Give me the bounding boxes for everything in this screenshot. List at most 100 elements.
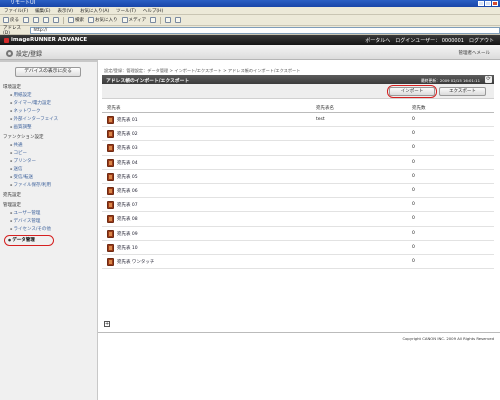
destination-count: 0 [412,117,415,122]
sidebar-item-common[interactable]: 共通 [10,142,23,148]
menu-favorites[interactable]: お気に入り(A) [80,8,109,14]
sidebar-item-device-management[interactable]: デバイス管理 [10,218,41,224]
app-header: imageRUNNER ADVANCE ポータルへ ログインユーザー： 0000… [0,35,500,45]
sidebar-item-image-quality[interactable]: 画質調整 [10,124,32,130]
address-list-name-link[interactable]: 宛先表 08 [117,216,138,222]
toolbar-separator [63,16,64,24]
table-row: 宛先表 04 0 [102,156,494,170]
search-icon [68,17,74,23]
table-row: 宛先表 09 0 [102,227,494,241]
destination-count: 0 [412,173,415,179]
sidebar-item-copy[interactable]: コピー [10,150,28,156]
sidebar-item-license-other[interactable]: ライセンス/その他 [10,226,51,232]
stop-icon[interactable] [33,17,39,23]
destination-count: 0 [412,258,415,264]
expand-icon[interactable]: + [104,321,110,327]
refresh-icon[interactable] [43,17,49,23]
destination-count: 0 [412,244,415,250]
menu-help[interactable]: ヘルプ(H) [143,8,163,14]
menu-view[interactable]: 表示(V) [57,8,73,14]
gear-icon [6,50,13,57]
back-button[interactable]: 戻る [3,17,19,23]
address-list-name-link[interactable]: 宛先表 09 [117,231,138,237]
table-row: 宛先表 01 test 0 [102,113,494,128]
favorites-button[interactable]: お気に入り [88,17,118,23]
highlight-annotation [4,235,54,246]
menu-tools[interactable]: ツール(T) [116,8,136,14]
admin-mail-link[interactable]: 管理者へメール [459,50,491,56]
address-list-name-link[interactable]: 宛先表 10 [117,245,138,251]
restore-device-view-button[interactable]: デバイスの表示に戻る [15,67,81,77]
destination-count: 0 [412,230,415,236]
address-list-name-link[interactable]: 宛先表 03 [117,145,138,151]
search-button[interactable]: 検索 [68,17,84,23]
table-row: 宛先表 02 0 [102,127,494,142]
address-book-icon [107,130,114,139]
sidebar-item-external-interface[interactable]: 外部インターフェイス [10,116,59,122]
close-icon[interactable] [492,1,498,6]
sidebar-item-printer[interactable]: プリンター [10,158,37,164]
maximize-icon[interactable] [485,1,491,6]
menu-file[interactable]: ファイル(F) [4,8,28,14]
window-titlebar: リモートUI [0,0,500,7]
menu-edit[interactable]: 編集(E) [35,8,50,14]
sidebar-item-receive-forward[interactable]: 受信/転送 [10,174,34,180]
portal-link[interactable]: ポータルへ [365,37,390,44]
mail-icon[interactable] [165,17,172,23]
sidebar-item-user-management[interactable]: ユーザー管理 [10,210,41,216]
home-icon[interactable] [53,17,59,23]
address-list-name-link[interactable]: 宛先表 04 [117,160,138,166]
settings-header: 設定/登録 管理者へメール [0,45,500,60]
forward-icon[interactable] [23,17,29,23]
address-list-name-link[interactable]: 宛先表 01 [117,117,138,123]
minimize-icon[interactable] [478,1,484,6]
browser-toolbar: 戻る 検索 お気に入り メディア [0,15,500,26]
sidebar-item-send[interactable]: 送信 [10,166,23,172]
sidebar-section-management[interactable]: 管理設定 [3,202,21,208]
header-links: ポータルへ ログインユーザー： 0000001 ログアウト [365,37,494,44]
print-icon[interactable] [175,17,182,23]
brand: imageRUNNER ADVANCE [4,37,87,43]
address-book-icon [107,144,114,153]
panel-title: アドレス帳のインポート/エクスポート [106,79,190,84]
address-list-name-link[interactable]: 宛先表 07 [117,202,138,208]
history-icon[interactable] [150,17,157,23]
address-list-name-link[interactable]: 宛先表 05 [117,174,138,180]
last-updated: 最終更新：2009 02/15 16:01:11 [420,77,480,83]
destination-count: 0 [412,131,415,137]
sidebar-item-store-access-files[interactable]: ファイル保存/利用 [10,182,52,188]
sidebar-item-paper-settings[interactable]: 用紙設定 [10,92,32,98]
table-row: 宛先表 05 0 [102,170,494,184]
destination-count: 0 [412,187,415,193]
window-controls [478,1,498,6]
toolbar-separator [160,16,162,24]
sidebar-section-preferences[interactable]: 環境設定 [3,84,21,90]
panel-header: アドレス帳のインポート/エクスポート 最終更新：2009 02/15 16:01… [102,75,494,84]
media-button[interactable]: メディア [121,17,146,23]
export-button[interactable]: エクスポート [439,87,486,96]
media-icon [121,17,128,23]
sidebar-item-network[interactable]: ネットワーク [10,108,41,114]
refresh-icon[interactable]: ⟳ [485,76,492,83]
address-list-name-link[interactable]: 宛先表 02 [117,131,138,137]
table-row: 宛先表 07 0 [102,198,494,213]
address-list-name-link[interactable]: 宛先表 ワンタッチ [117,259,154,265]
list-name: test [316,117,325,122]
import-button[interactable]: インポート [389,87,435,96]
address-list-name-link[interactable]: 宛先表 06 [117,188,138,194]
table-row: 宛先表 08 0 [102,212,494,227]
sidebar-section-function-settings[interactable]: ファンクション設定 [3,134,44,140]
logout-link[interactable]: ログアウト [469,37,494,44]
sidebar-item-timer-energy[interactable]: タイマー/電力設定 [10,100,52,106]
address-book-icon [107,243,114,252]
address-book-icon [107,229,114,238]
table-header: 宛先表 宛先表名 宛先数 [102,104,494,113]
address-book-icon [107,215,114,224]
sidebar-section-destination[interactable]: 宛先設定 [3,192,21,198]
address-book-icon [107,172,114,181]
copyright: Copyright CANON INC. 2009 All Rights Res… [402,336,494,341]
table-row: 宛先表 06 0 [102,184,494,199]
destination-count: 0 [412,216,415,222]
address-input[interactable]: http:// [30,26,500,34]
address-bar: アドレス(D) http:// [0,26,500,36]
